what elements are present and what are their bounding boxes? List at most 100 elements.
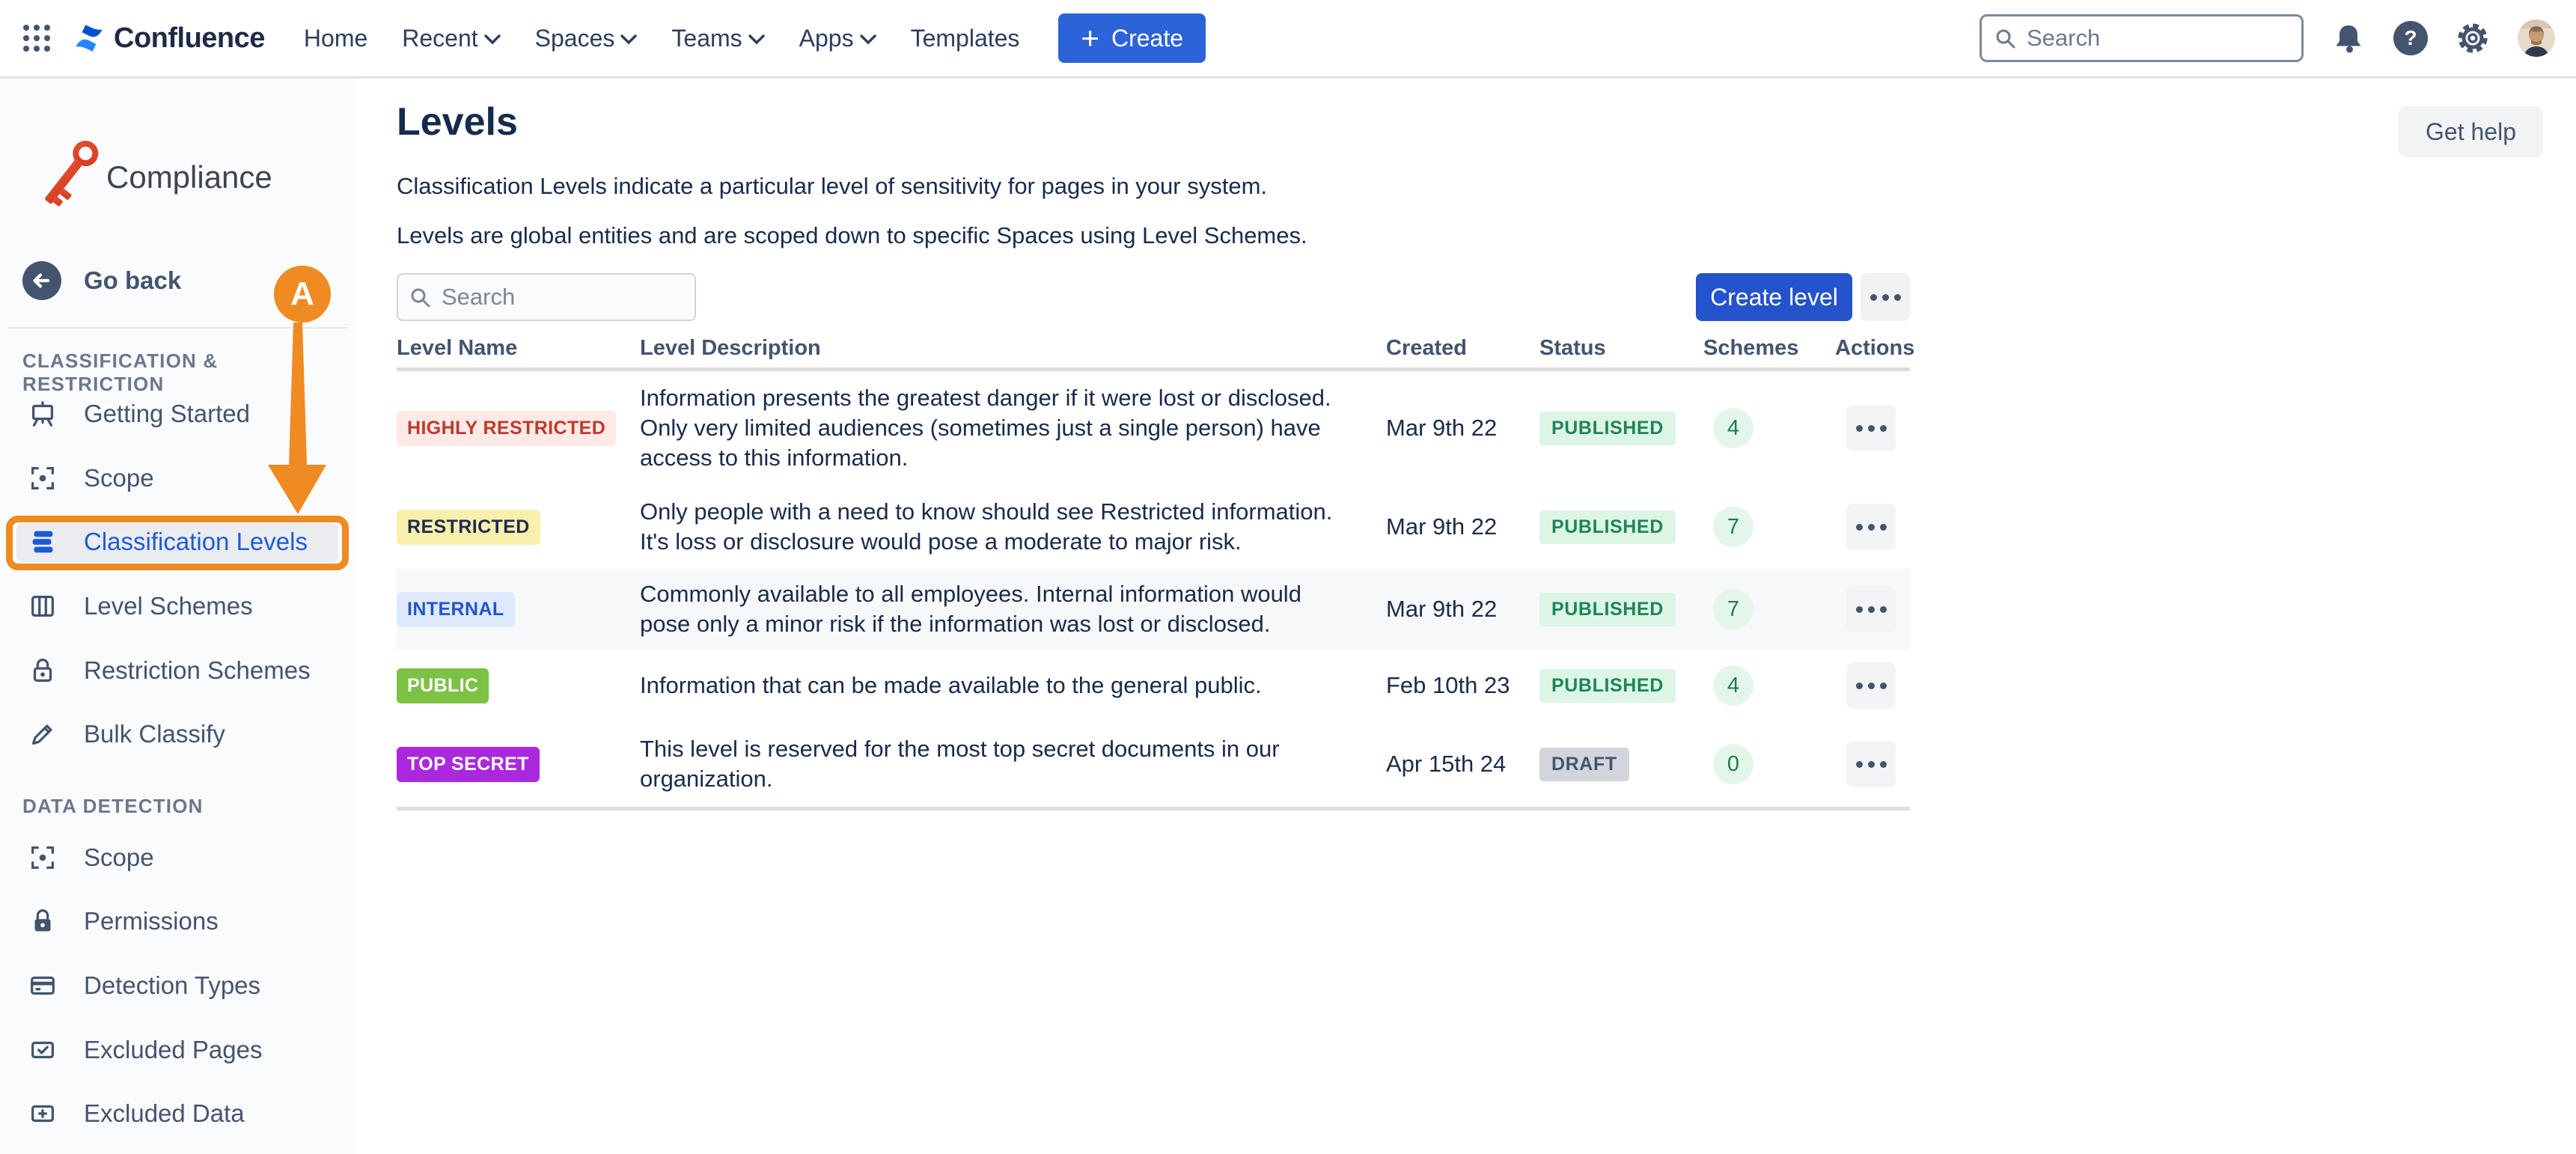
classification-levels-icon: [27, 526, 58, 558]
status-badge: PUBLISHED: [1539, 510, 1676, 544]
page-check-icon: [27, 1034, 58, 1066]
row-actions-button[interactable]: [1846, 586, 1896, 632]
compliance-key-icon: [36, 125, 105, 221]
row-actions-button[interactable]: [1846, 741, 1896, 787]
table-row: INTERNAL Commonly available to all emplo…: [397, 569, 1910, 650]
settings-gear-icon[interactable]: [2456, 22, 2489, 55]
chevron-down-icon: [484, 34, 501, 45]
app-root: Confluence Home Recent Spaces Teams Apps…: [0, 0, 2576, 1154]
table-row: TOP SECRET This level is reserved for th…: [397, 721, 1910, 807]
created-date: Mar 9th 22: [1386, 415, 1497, 442]
go-back-button[interactable]: Go back: [22, 261, 181, 300]
col-created: Created: [1386, 336, 1467, 361]
ellipsis-icon: [1870, 294, 1901, 301]
ellipsis-icon: [1856, 524, 1887, 531]
get-help-button[interactable]: Get help: [2399, 106, 2543, 157]
global-search-input[interactable]: [2025, 24, 2289, 52]
nav-teams[interactable]: Teams: [671, 25, 764, 52]
ellipsis-icon: [1856, 606, 1887, 613]
confluence-logo[interactable]: Confluence: [72, 21, 265, 55]
nav-home[interactable]: Home: [304, 25, 367, 52]
search-icon: [409, 286, 431, 308]
create-button[interactable]: + Create: [1058, 13, 1206, 63]
schemes-count: 4: [1713, 665, 1754, 706]
col-schemes: Schemes: [1703, 336, 1798, 361]
level-description: Commonly available to all employees. Int…: [640, 579, 1351, 639]
ellipsis-icon: [1856, 761, 1887, 768]
sidebar-item-excluded-data[interactable]: Excluded Data: [0, 1090, 355, 1137]
sidebar-item-restriction-schemes[interactable]: Restriction Schemes: [0, 647, 355, 694]
row-actions-button[interactable]: [1846, 405, 1896, 451]
nav-apps[interactable]: Apps: [799, 25, 876, 52]
levels-search-input[interactable]: [440, 283, 684, 311]
table-row: PUBLIC Information that can be made avai…: [397, 650, 1910, 721]
sidebar-item-level-schemes[interactable]: Level Schemes: [0, 583, 355, 629]
level-badge: RESTRICTED: [397, 510, 540, 545]
level-description: Information presents the greatest danger…: [640, 383, 1351, 473]
status-badge: PUBLISHED: [1539, 412, 1676, 445]
user-avatar[interactable]: [2518, 19, 2555, 57]
confluence-logo-icon: [72, 21, 106, 55]
topbar-right: ?: [1980, 0, 2555, 76]
ellipsis-icon: [1856, 425, 1887, 432]
col-level-description: Level Description: [640, 336, 821, 361]
created-date: Apr 15th 24: [1386, 751, 1506, 778]
row-actions-button[interactable]: [1846, 662, 1896, 709]
nav-spaces[interactable]: Spaces: [535, 25, 638, 52]
sidebar-item-bulk-classify[interactable]: Bulk Classify: [0, 711, 355, 757]
sidebar-item-excluded-pages[interactable]: Excluded Pages: [0, 1027, 355, 1073]
col-actions: Actions: [1835, 336, 1914, 361]
create-level-button[interactable]: Create level: [1696, 273, 1852, 321]
intro-line-1: Classification Levels indicate a particu…: [397, 171, 1267, 201]
sidebar-divider: [7, 327, 347, 329]
sidebar-item-classification-levels[interactable]: Classification Levels: [0, 519, 355, 565]
table-header: Level Name Level Description Created Sta…: [397, 336, 1555, 363]
col-status: Status: [1539, 336, 1606, 361]
row-actions-button[interactable]: [1846, 504, 1896, 550]
chevron-down-icon: [860, 34, 876, 45]
top-navigation-bar: Confluence Home Recent Spaces Teams Apps…: [0, 0, 2576, 79]
sidebar-item-getting-started[interactable]: Getting Started: [0, 391, 355, 437]
level-description: Only people with a need to know should s…: [640, 497, 1351, 557]
app-name: Compliance: [106, 159, 272, 195]
schemes-count: 0: [1713, 744, 1754, 784]
search-icon: [1994, 27, 2016, 49]
level-badge: TOP SECRET: [397, 747, 540, 782]
sidebar-item-permissions[interactable]: Permissions: [0, 898, 355, 944]
table-row: HIGHLY RESTRICTED Information presents t…: [397, 371, 1910, 485]
level-badge: INTERNAL: [397, 592, 515, 627]
lock-icon: [27, 655, 58, 686]
sidebar-item-dd-scope[interactable]: Scope: [0, 834, 355, 881]
primary-nav: Home Recent Spaces Teams Apps Templates: [304, 25, 1020, 52]
page-title: Levels: [397, 100, 518, 144]
scope-icon: [27, 462, 58, 494]
level-badge: PUBLIC: [397, 668, 489, 703]
created-date: Mar 9th 22: [1386, 596, 1497, 623]
created-date: Mar 9th 22: [1386, 513, 1497, 540]
columns-icon: [27, 590, 58, 622]
col-level-name: Level Name: [397, 336, 517, 361]
status-badge: PUBLISHED: [1539, 669, 1676, 703]
sidebar-item-scope[interactable]: Scope: [0, 455, 355, 501]
sidebar-item-detection-types[interactable]: Detection Types: [0, 962, 355, 1009]
pencil-icon: [27, 718, 58, 750]
chevron-down-icon: [620, 34, 637, 45]
schemes-count: 7: [1713, 589, 1754, 629]
status-badge: PUBLISHED: [1539, 593, 1676, 626]
section-classification-restriction: CLASSIFICATION & RESTRICTION: [22, 349, 355, 396]
section-data-detection: DATA DETECTION: [22, 795, 204, 818]
brand-name: Confluence: [114, 22, 265, 55]
levels-search[interactable]: [397, 273, 696, 321]
nav-templates[interactable]: Templates: [911, 25, 1020, 52]
chevron-down-icon: [748, 34, 765, 45]
permissions-lock-icon: [27, 906, 58, 937]
sidebar: Compliance Go back CLASSIFICATION & REST…: [0, 79, 355, 1154]
notifications-bell-icon[interactable]: [2332, 22, 2365, 55]
global-search[interactable]: [1980, 14, 2304, 62]
help-icon[interactable]: ?: [2393, 21, 2428, 55]
app-switcher-icon[interactable]: [21, 22, 52, 54]
main-content: Levels Get help Classification Levels in…: [355, 79, 2576, 1154]
table-more-actions-button[interactable]: [1861, 273, 1910, 321]
level-description: This level is reserved for the most top …: [640, 734, 1351, 794]
nav-recent[interactable]: Recent: [402, 25, 500, 52]
